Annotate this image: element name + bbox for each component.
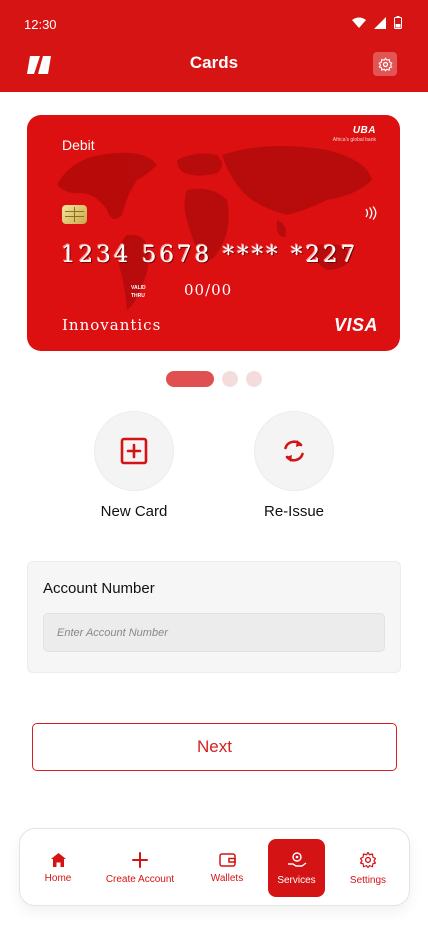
new-card-action[interactable]: New Card <box>74 411 194 520</box>
valid-label: VALID <box>131 285 146 291</box>
carousel-dot[interactable] <box>222 371 238 387</box>
nav-item-wallets[interactable]: Wallets <box>200 839 254 897</box>
nav-label-home: Home <box>44 872 72 884</box>
account-number-input[interactable] <box>43 613 385 652</box>
gear-icon <box>359 851 377 868</box>
nav-item-services[interactable]: Services <box>268 839 325 897</box>
app-header: 12:30 Cards <box>0 0 428 92</box>
nav-label-create-account: Create Account <box>105 873 175 885</box>
card-type-label: Debit <box>62 137 95 153</box>
wallet-icon <box>218 853 236 867</box>
nav-label-wallets: Wallets <box>210 873 244 884</box>
reissue-action[interactable]: Re-Issue <box>234 411 354 520</box>
nav-item-create-account[interactable]: Create Account <box>100 839 180 897</box>
services-icon <box>287 851 306 867</box>
chip-icon <box>62 205 87 224</box>
thru-label: THRU <box>131 293 145 299</box>
plus-icon <box>132 851 148 868</box>
carousel-dot[interactable] <box>246 371 262 387</box>
valid-thru-label: VALID THRU <box>131 284 146 300</box>
next-button[interactable]: Next <box>32 723 397 771</box>
status-time: 12:30 <box>24 17 57 32</box>
battery-icon <box>394 16 402 29</box>
bottom-navigation: Home Create Account Wallets Services Set… <box>19 828 410 906</box>
new-card-label: New Card <box>100 503 168 520</box>
gear-icon <box>378 57 392 71</box>
settings-button[interactable] <box>373 52 397 76</box>
plus-square-icon <box>120 437 148 465</box>
reissue-label: Re-Issue <box>263 503 325 520</box>
bank-tagline: Africa's global bank <box>332 137 376 143</box>
bank-name: UBA <box>352 125 376 136</box>
carousel-indicator <box>166 371 262 387</box>
card-holder-name: Innovantics <box>62 316 162 334</box>
wifi-icon <box>352 17 366 28</box>
contactless-icon <box>365 206 377 220</box>
signal-icon <box>374 16 386 29</box>
card-number: 1234 5678 **** *227 <box>61 242 359 268</box>
reissue-button[interactable] <box>254 411 334 491</box>
new-card-button[interactable] <box>94 411 174 491</box>
nav-item-home[interactable]: Home <box>34 839 82 897</box>
home-icon <box>50 852 66 867</box>
status-icons <box>352 16 402 29</box>
page-title: Cards <box>189 53 239 72</box>
carousel-dot-active[interactable] <box>166 371 214 387</box>
debit-card[interactable]: Debit UBA Africa's global bank 1234 5678… <box>27 115 400 351</box>
account-number-label: Account Number <box>43 580 155 597</box>
nav-item-settings[interactable]: Settings <box>342 839 394 897</box>
card-expiry: 00/00 <box>184 281 233 299</box>
visa-logo: VISA <box>333 315 378 335</box>
nav-label-services: Services <box>277 874 316 886</box>
account-number-section: Account Number <box>27 561 401 673</box>
bank-logo: UBA Africa's global bank <box>333 125 376 143</box>
refresh-icon <box>284 440 304 462</box>
nav-label-settings: Settings <box>349 874 387 886</box>
